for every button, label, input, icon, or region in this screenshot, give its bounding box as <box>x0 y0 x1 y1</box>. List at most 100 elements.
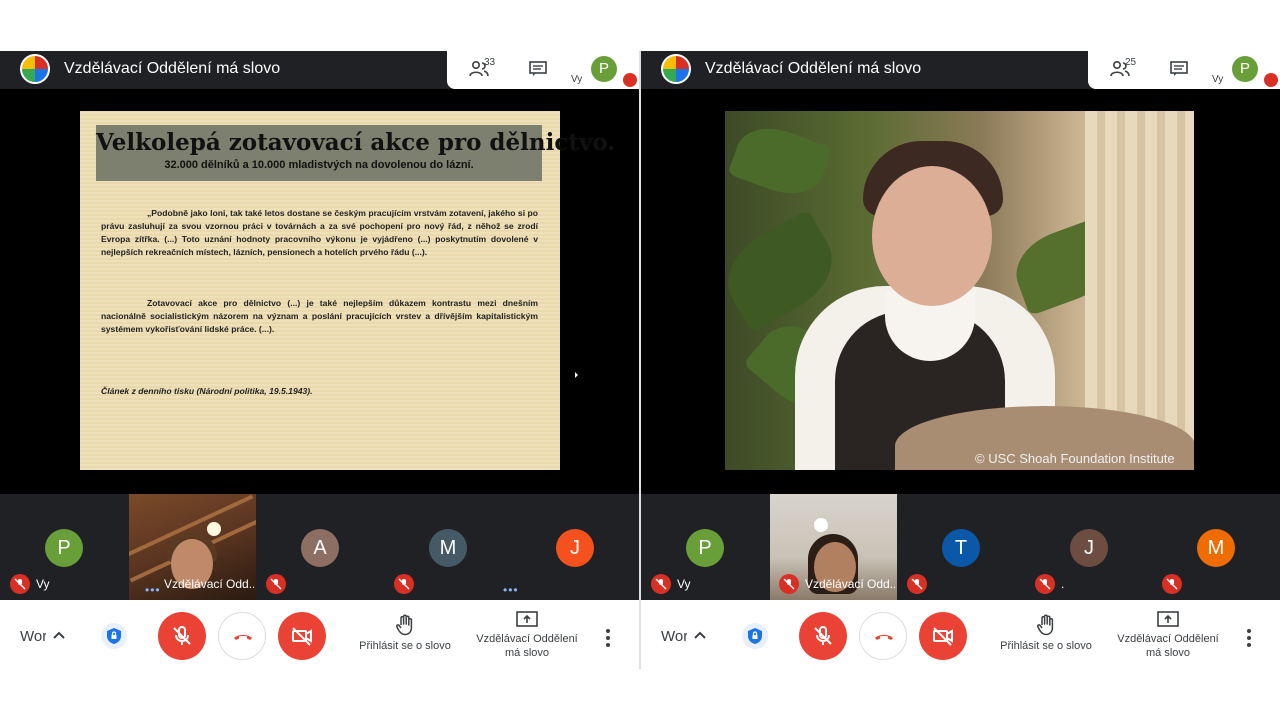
top-bar: Vzdělávací Oddělení má slovo 33 Vy P <box>0 51 639 89</box>
host-controls-button[interactable] <box>742 623 768 649</box>
raise-hand-label: Přihlásit se o slovo <box>359 640 451 652</box>
top-right-panel: 25 Vy P <box>1088 51 1280 89</box>
mic-off-icon <box>907 574 927 594</box>
participant-tile-m[interactable]: M ••• <box>385 494 518 600</box>
participant-tile-self[interactable]: P Vy <box>1 494 128 600</box>
hang-up-icon <box>875 635 893 640</box>
participant-name: . <box>1061 577 1065 591</box>
participant-tile-self[interactable]: P Vy <box>642 494 769 600</box>
avatar: M <box>1197 529 1235 567</box>
presenting-button[interactable]: Vzdělávací Oddělení má slovo <box>1111 611 1225 660</box>
newspaper-headline-box: Velkolepá zotavovací akce pro dělnictvo.… <box>96 125 616 181</box>
self-label: Vy <box>1212 74 1224 85</box>
participant-name: Vy <box>677 577 691 591</box>
chat-icon[interactable] <box>529 61 547 77</box>
more-vert-icon <box>1247 629 1251 633</box>
participant-tile-j[interactable]: J . <box>1026 494 1153 600</box>
presentation-stage: Velkolepá zotavovací akce pro dělnictvo.… <box>0 89 639 494</box>
avatar: J <box>556 529 594 567</box>
mic-off-icon <box>394 574 414 594</box>
participant-tile-t[interactable]: T <box>898 494 1025 600</box>
leave-call-button[interactable] <box>859 612 907 660</box>
mic-off-icon <box>1264 73 1278 87</box>
meeting-logo <box>20 54 50 84</box>
presented-slide: Velkolepá zotavovací akce pro dělnictvo.… <box>80 111 616 470</box>
top-bar: Vzdělávací Oddělení má slovo 25 Vy P <box>641 51 1280 89</box>
participant-tile-camera[interactable]: Vzdělávací Odd... <box>770 494 897 600</box>
mic-off-icon <box>779 574 799 594</box>
presentation-stage: © USC Shoah Foundation Institute <box>641 89 1280 494</box>
participant-name: Vzdělávací Odd... <box>164 577 254 591</box>
hang-up-icon <box>234 635 252 640</box>
participant-name: Vzdělávací Odd... <box>805 577 895 591</box>
self-label: Vy <box>571 74 583 85</box>
self-avatar: P <box>591 56 617 82</box>
meeting-title: Vzdělávací Oddělení má slovo <box>64 60 281 77</box>
avatar: T <box>942 529 980 567</box>
more-vert-icon <box>606 629 610 633</box>
meet-window-left: Vzdělávací Oddělení má slovo 33 Vy P Vel… <box>0 51 639 669</box>
mic-off-icon <box>1162 574 1182 594</box>
slide-subheadline: 32.000 dělníků a 10.000 mladistvých na d… <box>164 159 474 171</box>
camera-off-icon <box>933 627 953 646</box>
presenting-label: Vzdělávací Oddělení má slovo <box>1117 633 1219 659</box>
presenting-button[interactable]: Vzdělávací Oddělení má slovo <box>470 611 584 660</box>
participant-tiles: P Vy Vzdělávací Odd... T J . M <box>641 494 1280 600</box>
mic-toggle-button[interactable] <box>799 612 847 660</box>
bottom-controls: Wor Přihlásit se o slovo Vzdělávací Oddě… <box>0 600 639 669</box>
host-controls-button[interactable] <box>101 623 127 649</box>
video-watermark: © USC Shoah Foundation Institute <box>975 451 1175 466</box>
avatar: M <box>429 529 467 567</box>
shield-lock-icon <box>748 628 762 644</box>
bottom-controls: Wor Přihlásit se o slovo Vzdělávací Oddě… <box>641 600 1280 669</box>
slide-paragraph-2: Zotavovací akce pro dělnictvo (...) je t… <box>101 298 538 334</box>
meet-window-right: Vzdělávací Oddělení má slovo 25 Vy P © U… <box>641 51 1280 669</box>
participant-name: Vy <box>36 577 50 591</box>
mic-off-icon <box>814 626 832 645</box>
meeting-details-button[interactable]: Wor <box>661 628 687 645</box>
top-right-panel: 33 Vy P <box>447 51 639 89</box>
mic-off-icon <box>1035 574 1055 594</box>
participant-tile-j[interactable]: J <box>512 494 639 600</box>
presenting-label: Vzdělávací Oddělení má slovo <box>476 633 578 659</box>
avatar: P <box>45 529 83 567</box>
camera-toggle-button[interactable] <box>919 612 967 660</box>
mouse-cursor <box>575 372 578 378</box>
avatar: P <box>686 529 724 567</box>
camera-toggle-button[interactable] <box>278 612 326 660</box>
shared-video: © USC Shoah Foundation Institute <box>725 111 1194 470</box>
mic-toggle-button[interactable] <box>158 612 206 660</box>
participant-tile-m[interactable]: M <box>1153 494 1280 600</box>
mic-off-icon <box>623 73 637 87</box>
participant-tile-camera[interactable]: ••• Vzdělávací Odd... <box>129 494 256 600</box>
avatar: J <box>1070 529 1108 567</box>
raise-hand-label: Přihlásit se o slovo <box>1000 640 1092 652</box>
chat-icon[interactable] <box>1170 61 1188 77</box>
meeting-details-button[interactable]: Wor <box>20 628 46 645</box>
more-options-button[interactable] <box>1247 626 1253 650</box>
chevron-up-icon[interactable] <box>693 630 707 640</box>
chevron-up-icon[interactable] <box>52 630 66 640</box>
raise-hand-button[interactable]: Přihlásit se o slovo <box>352 614 458 652</box>
meeting-logo <box>661 54 691 84</box>
hand-icon <box>1037 614 1054 636</box>
meeting-title: Vzdělávací Oddělení má slovo <box>705 60 922 77</box>
slide-paragraph-1: „Podobně jako loni, tak také letos dosta… <box>101 208 538 257</box>
more-options-button[interactable] <box>606 626 612 650</box>
participant-tile-a[interactable]: A <box>257 494 384 600</box>
speaking-indicator-icon: ••• <box>145 583 161 597</box>
participants-count: 25 <box>1125 57 1137 68</box>
mic-off-icon <box>173 626 191 645</box>
participant-tiles: P Vy ••• Vzdělávací Odd... A M ••• J <box>0 494 639 600</box>
present-screen-icon <box>516 611 538 627</box>
raise-hand-button[interactable]: Přihlásit se o slovo <box>993 614 1099 652</box>
shield-lock-icon <box>107 628 121 644</box>
self-avatar: P <box>1232 56 1258 82</box>
mic-off-icon <box>651 574 671 594</box>
slide-headline: Velkolepá zotavovací akce pro dělnictvo. <box>96 129 616 156</box>
hand-icon <box>396 614 413 636</box>
mic-off-icon <box>266 574 286 594</box>
camera-off-icon <box>292 627 312 646</box>
participants-count: 33 <box>484 57 496 68</box>
leave-call-button[interactable] <box>218 612 266 660</box>
